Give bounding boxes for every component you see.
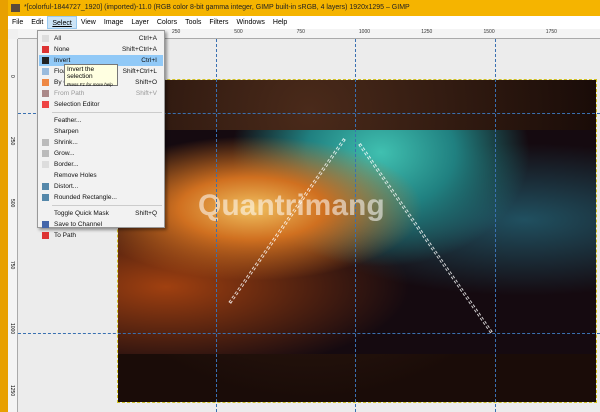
menu-item-label: Shrink... [54, 139, 78, 146]
menu-item-remove-holes[interactable]: Remove Holes [39, 170, 163, 181]
menu-item-label: None [54, 46, 70, 53]
menu-item-grow[interactable]: Grow... [39, 148, 163, 159]
distort-icon [42, 183, 49, 190]
ruler-label: 500 [234, 29, 243, 35]
menu-item-label: Feather... [54, 117, 82, 124]
menu-item-label: Selection Editor [54, 101, 100, 108]
menu-item-shortcut: Shift+O [135, 79, 157, 86]
menu-item-shrink[interactable]: Shrink... [39, 137, 163, 148]
select-menu: All Ctrl+A None Shift+Ctrl+A Invert Ctrl+I Flo… [37, 30, 165, 239]
menu-item-border[interactable]: Border... [39, 159, 163, 170]
guide-vertical[interactable] [355, 39, 356, 412]
tooltip-hint: Press F1 for more help [67, 82, 113, 87]
invert-icon [42, 57, 49, 64]
menu-item-label: Rounded Rectangle... [54, 194, 117, 201]
menu-colors[interactable]: Colors [153, 16, 181, 29]
grow-icon [42, 150, 49, 157]
menu-item-from-path[interactable]: From Path Shift+V [39, 88, 163, 99]
menu-item-toggle-quick-mask[interactable]: Toggle Quick Mask Shift+Q [39, 208, 163, 219]
menu-item-label: Sharpen [54, 128, 79, 135]
to-path-icon [42, 232, 49, 239]
ruler-label: 750 [9, 261, 15, 270]
tooltip-title: Invert the selection [67, 66, 95, 80]
menu-help[interactable]: Help [269, 16, 291, 29]
menu-item-label: Distort... [54, 183, 79, 190]
menu-item-shortcut: Ctrl+I [141, 57, 157, 64]
ruler-label: 500 [9, 199, 15, 208]
menu-edit[interactable]: Edit [27, 16, 47, 29]
menu-windows[interactable]: Windows [232, 16, 268, 29]
select-all-icon [42, 35, 49, 42]
ruler-label: 1000 [358, 29, 371, 35]
menu-item-shortcut: Ctrl+A [138, 35, 157, 42]
menu-layer[interactable]: Layer [127, 16, 153, 29]
menu-item-label: Toggle Quick Mask [54, 210, 109, 217]
menu-item-label: Remove Holes [54, 172, 97, 179]
menu-select[interactable]: Select [47, 16, 77, 29]
ruler-label: 1250 [9, 385, 15, 397]
menu-item-to-path[interactable]: To Path [39, 230, 163, 241]
float-icon [42, 68, 49, 75]
menu-tools[interactable]: Tools [181, 16, 205, 29]
selection-editor-icon [42, 101, 49, 108]
menu-item-selection-editor[interactable]: Selection Editor [39, 99, 163, 110]
from-path-icon [42, 90, 49, 97]
guide-vertical[interactable] [216, 39, 217, 412]
menu-item-rounded-rectangle[interactable]: Rounded Rectangle... [39, 192, 163, 203]
title-bar: *[colorful-1844727_1920] (imported)-11.0… [8, 0, 600, 16]
gimp-app-icon [11, 4, 20, 12]
menu-bar: File Edit Select View Image Layer Colors Tools F… [8, 16, 600, 29]
ruler-label: 750 [296, 29, 305, 35]
menu-item-feather[interactable]: Feather... [39, 115, 163, 126]
ruler-label: 0 [9, 75, 15, 78]
menu-item-sharpen[interactable]: Sharpen [39, 126, 163, 137]
menu-image[interactable]: Image [100, 16, 127, 29]
menu-item-shortcut: Shift+Q [135, 210, 157, 217]
menu-item-shortcut: Shift+V [135, 90, 157, 97]
rounded-rect-icon [42, 194, 49, 201]
select-none-icon [42, 46, 49, 53]
border-icon [42, 161, 49, 168]
menu-separator [52, 112, 162, 113]
window-title: *[colorful-1844727_1920] (imported)-11.0… [24, 4, 410, 11]
menu-view[interactable]: View [77, 16, 100, 29]
by-color-icon [42, 79, 49, 86]
ruler-label: 1000 [9, 323, 15, 335]
menu-item-label: All [54, 35, 62, 42]
menu-item-distort[interactable]: Distort... [39, 181, 163, 192]
ruler-label: 1500 [483, 29, 495, 35]
vertical-ruler[interactable]: 0 250 500 750 1000 1250 [8, 39, 18, 412]
menu-item-label: Grow... [54, 150, 75, 157]
menu-item-label: From Path [54, 90, 85, 97]
menu-item-label: Border... [54, 161, 79, 168]
shrink-icon [42, 139, 49, 146]
menu-item-all[interactable]: All Ctrl+A [39, 33, 163, 44]
nebula-layer[interactable] [118, 130, 596, 354]
ruler-label: 1750 [545, 29, 557, 35]
menu-item-save-to-channel[interactable]: Save to Channel [39, 219, 163, 230]
menu-item-label: To Path [54, 232, 77, 239]
menu-item-shortcut: Shift+Ctrl+A [121, 46, 157, 53]
menu-item-none[interactable]: None Shift+Ctrl+A [39, 44, 163, 55]
guide-horizontal[interactable] [18, 333, 600, 334]
ruler-label: 250 [172, 29, 181, 35]
menu-item-shortcut: Shift+Ctrl+L [122, 68, 157, 75]
menu-separator [52, 205, 162, 206]
ruler-label: 250 [9, 137, 15, 146]
ruler-label: 1250 [421, 29, 433, 35]
menu-item-label: Invert [54, 57, 71, 64]
guide-vertical[interactable] [495, 39, 496, 412]
watermark: Quantrimang [198, 189, 385, 222]
menu-file[interactable]: File [8, 16, 27, 29]
menu-filters[interactable]: Filters [205, 16, 232, 29]
tooltip: Invert the selection Press F1 for more he… [64, 64, 118, 87]
save-channel-icon [42, 221, 49, 228]
menu-item-label: Save to Channel [54, 221, 103, 228]
